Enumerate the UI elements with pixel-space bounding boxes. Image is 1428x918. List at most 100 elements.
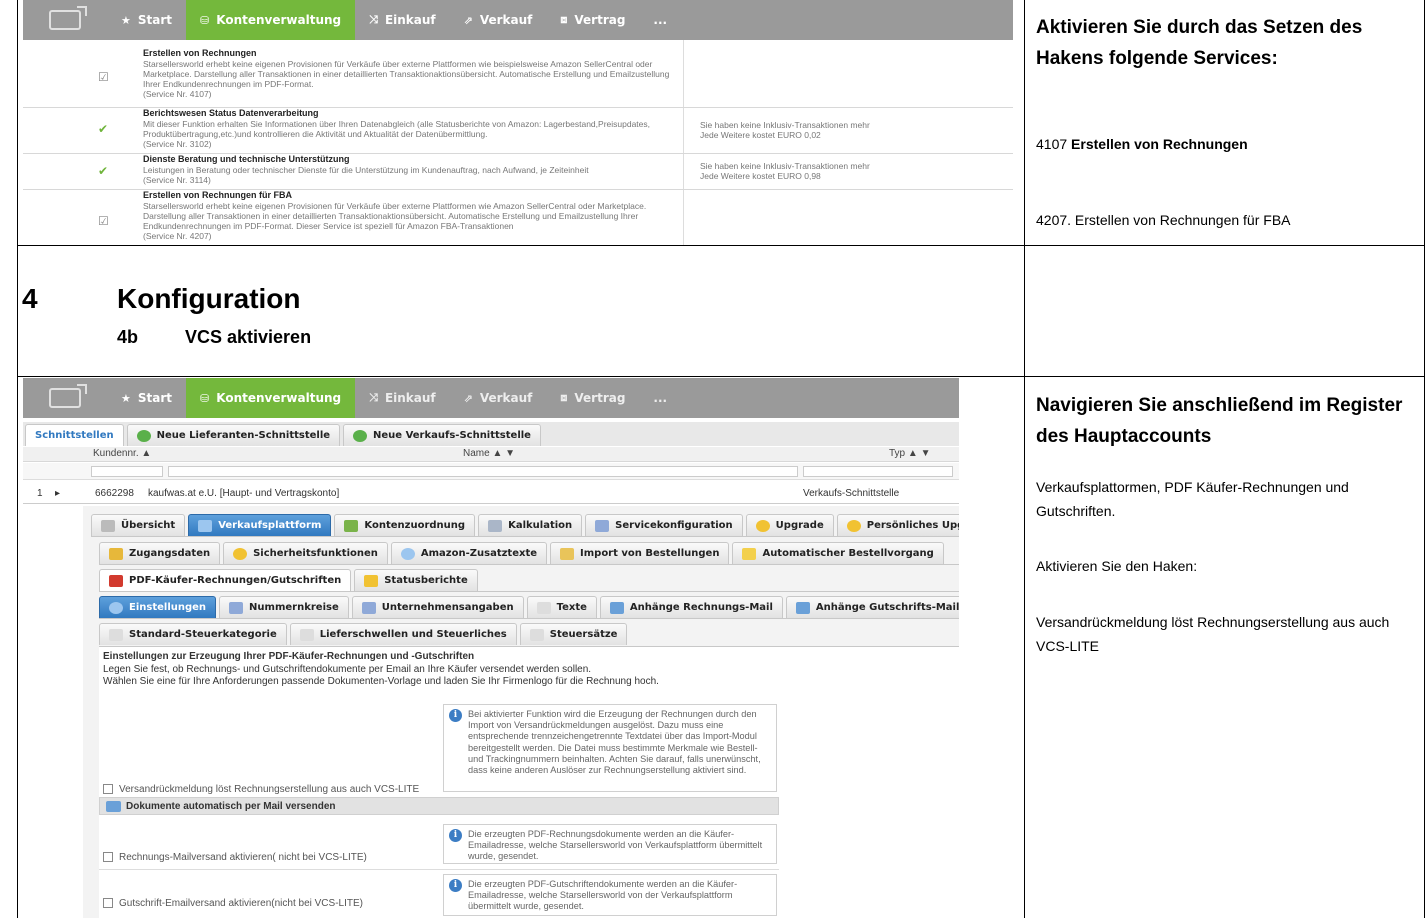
service-name: Erstellen von Rechnungen xyxy=(1071,136,1248,152)
check-icon[interactable]: ✔ xyxy=(98,122,108,136)
tab-zugangsdaten[interactable]: Zugangsdaten xyxy=(99,542,221,564)
document-page: ★ Start ⛁ Kontenverwaltung ⤨ Einkauf ⇗ Verka… xyxy=(17,0,1425,918)
tab-automatischer-bestellvorgang[interactable]: Automatischer Bestellvorgang xyxy=(732,542,944,564)
speech-bubble-icon xyxy=(400,547,415,560)
service-checkbox[interactable]: ☑ xyxy=(98,70,109,84)
nav-label: Einkauf xyxy=(384,13,436,27)
service-line-4107: 4107 Erstellen von Rechnungen xyxy=(1036,134,1248,154)
nav-kontenverwaltung[interactable]: ⛁ Kontenverwaltung xyxy=(186,378,356,418)
tab-verkaufsplattform[interactable]: Verkaufsplattform xyxy=(188,514,332,536)
nav-verkauf[interactable]: ⇗ Verkauf xyxy=(450,378,547,418)
expand-arrow-icon[interactable]: ▸ xyxy=(55,488,60,499)
nav-more[interactable]: ... xyxy=(639,378,681,418)
tab-kalkulation[interactable]: Kalkulation xyxy=(478,514,583,536)
option-label: Gutschrift-Emailversand aktivieren(nicht… xyxy=(119,898,363,909)
tab-lieferschwellen[interactable]: Lieferschwellen und Steuerliches xyxy=(289,623,517,645)
option-rechnungs-mail[interactable]: Rechnungs-Mailversand aktivieren( nicht … xyxy=(103,852,367,863)
option-vcs-lite[interactable]: Versandrückmeldung löst Rechnungserstell… xyxy=(103,784,419,795)
tab-label: Neue Lieferanten-Schnittstelle xyxy=(156,430,331,441)
column-kundennr[interactable]: Kundennr. ▲ xyxy=(93,448,151,459)
gutschrift-mail-checkbox[interactable] xyxy=(103,898,113,909)
divider xyxy=(99,591,959,592)
option-label: Versandrückmeldung löst Rechnungserstell… xyxy=(119,784,420,795)
list-icon xyxy=(229,601,244,614)
tab-texte[interactable]: Texte xyxy=(526,596,597,618)
settings-intro: Einstellungen zur Erzeugung Ihrer PDF-Kä… xyxy=(103,651,743,689)
tab-anhaenge-gutschrifts-mail[interactable]: Anhänge Gutschrifts-Mail xyxy=(785,596,959,618)
mapping-icon xyxy=(344,519,359,532)
tab-sicherheitsfunktionen[interactable]: Sicherheitsfunktionen xyxy=(223,542,388,564)
tab-statusberichte[interactable]: Statusberichte xyxy=(354,569,478,591)
tab-anhaenge-rechnungs-mail[interactable]: Anhänge Rechnungs-Mail xyxy=(599,596,783,618)
column-name[interactable]: Name ▲ ▼ xyxy=(463,448,515,459)
nav-label: Start xyxy=(137,13,173,27)
service-info-line: Sie haben keine Inklusiv-Transaktionen m… xyxy=(700,161,870,171)
document-icon xyxy=(529,628,544,641)
new-supplier-interface-button[interactable]: Neue Lieferanten-Schnittstelle xyxy=(126,424,341,446)
services-screenshot: ★ Start ⛁ Kontenverwaltung ⤨ Einkauf ⇗ Verka… xyxy=(23,0,1013,245)
tab-standard-steuerkategorie[interactable]: Standard-Steuerkategorie xyxy=(99,623,287,645)
option-gutschrift-mail[interactable]: Gutschrift-Emailversand aktivieren(nicht… xyxy=(103,898,363,909)
tab-upgrade[interactable]: Upgrade xyxy=(745,514,834,536)
nav-label: ... xyxy=(653,391,668,405)
settings-title: Einstellungen zur Erzeugung Ihrer PDF-Kä… xyxy=(103,651,475,662)
tab-label: Anhänge Gutschrifts-Mail xyxy=(815,602,959,613)
nav-label: Kontenverwaltung xyxy=(216,391,342,405)
table-row: ☑ Erstellen von Rechnungen Starsellerswo… xyxy=(23,48,1013,108)
filter-typ-input[interactable] xyxy=(803,466,953,477)
table-row[interactable]: 1 ▸ 6662298 kaufwas.at e.U. [Haupt- und … xyxy=(23,488,959,502)
filter-kundennr-input[interactable] xyxy=(91,466,163,477)
column-typ[interactable]: Typ ▲ ▼ xyxy=(889,448,930,459)
service-title: Erstellen von Rechnungen für FBA xyxy=(143,190,293,200)
tab-label: Texte xyxy=(556,602,587,613)
nav-vertrag[interactable]: ⧈ Vertrag xyxy=(546,378,639,418)
nav-start[interactable]: ★ Start xyxy=(107,0,186,40)
row-kundennr: 6662298 xyxy=(95,488,134,499)
tab-servicekonfiguration[interactable]: Servicekonfiguration xyxy=(585,514,743,536)
tab-uebersicht[interactable]: Übersicht xyxy=(91,514,186,536)
service-info-line: Jede Weitere kostet EURO 0,98 xyxy=(700,171,821,182)
mail-section-header: Dokumente automatisch per Mail versenden xyxy=(99,797,779,815)
service-description: Dienste Beratung und technische Unterstü… xyxy=(143,154,683,185)
tab-amazon-zusatztexte[interactable]: Amazon-Zusatztexte xyxy=(390,542,548,564)
nav-more[interactable]: ... xyxy=(639,0,681,40)
check-icon[interactable]: ✔ xyxy=(98,164,108,178)
tab-schnittstellen[interactable]: Schnittstellen xyxy=(25,424,124,446)
tab-nummernkreise[interactable]: Nummernkreise xyxy=(219,596,349,618)
service-info-line: Jede Weitere kostet EURO 0,02 xyxy=(700,130,821,141)
rechnungs-mail-checkbox[interactable] xyxy=(103,852,113,863)
tab-pdf-kaeufer-rechnungen[interactable]: PDF-Käufer-Rechnungen/Gutschriften xyxy=(99,569,352,591)
nav-label: Vertrag xyxy=(574,13,626,27)
interface-tabs: Schnittstellen Neue Lieferanten-Schnitts… xyxy=(25,422,544,446)
shield-icon xyxy=(233,547,248,560)
table-row-divider xyxy=(17,245,1425,246)
filter-name-input[interactable] xyxy=(168,466,798,477)
nav-label: Vertrag xyxy=(574,391,626,405)
row-typ: Verkaufs-Schnittstelle xyxy=(803,488,900,499)
filter-row xyxy=(23,463,959,480)
nav-verkauf[interactable]: ⇗ Verkauf xyxy=(450,0,547,40)
platform-icon xyxy=(198,519,213,532)
tab-steuersaetze[interactable]: Steuersätze xyxy=(519,623,628,645)
nav-label: Einkauf xyxy=(384,391,436,405)
tab-persoenliches-upgrade[interactable]: Persönliches Upgrade xyxy=(836,514,959,536)
mail-icon xyxy=(106,801,121,812)
new-sales-interface-button[interactable]: Neue Verkaufs-Schnittstelle xyxy=(343,424,541,446)
nav-start[interactable]: ★ Start xyxy=(107,378,186,418)
tab-unternehmensangaben[interactable]: Unternehmensangaben xyxy=(351,596,524,618)
table-row: ☑ Erstellen von Rechnungen für FBA Stars… xyxy=(23,190,1013,245)
nav-einkauf[interactable]: ⤨ Einkauf xyxy=(355,378,450,418)
vcs-lite-checkbox[interactable] xyxy=(103,784,113,795)
nav-einkauf[interactable]: ⤨ Einkauf xyxy=(355,0,450,40)
tab-kontenzuordnung[interactable]: Kontenzuordnung xyxy=(334,514,476,536)
nav-kontenverwaltung[interactable]: ⛁ Kontenverwaltung xyxy=(186,0,356,40)
shuffle-icon: ⤨ xyxy=(369,391,378,404)
info-box: i Bei aktivierter Funktion wird die Erzeu… xyxy=(443,704,777,792)
nav-vertrag[interactable]: ⧈ Vertrag xyxy=(546,0,639,40)
service-checkbox[interactable]: ☑ xyxy=(98,214,109,228)
table-row-divider xyxy=(17,376,1425,377)
service-description: Erstellen von Rechnungen für FBA Starsel… xyxy=(143,190,688,241)
tab-einstellungen[interactable]: Einstellungen xyxy=(99,596,217,618)
tab-import-bestellungen[interactable]: Import von Bestellungen xyxy=(550,542,730,564)
mail-attachment-icon xyxy=(795,601,810,614)
